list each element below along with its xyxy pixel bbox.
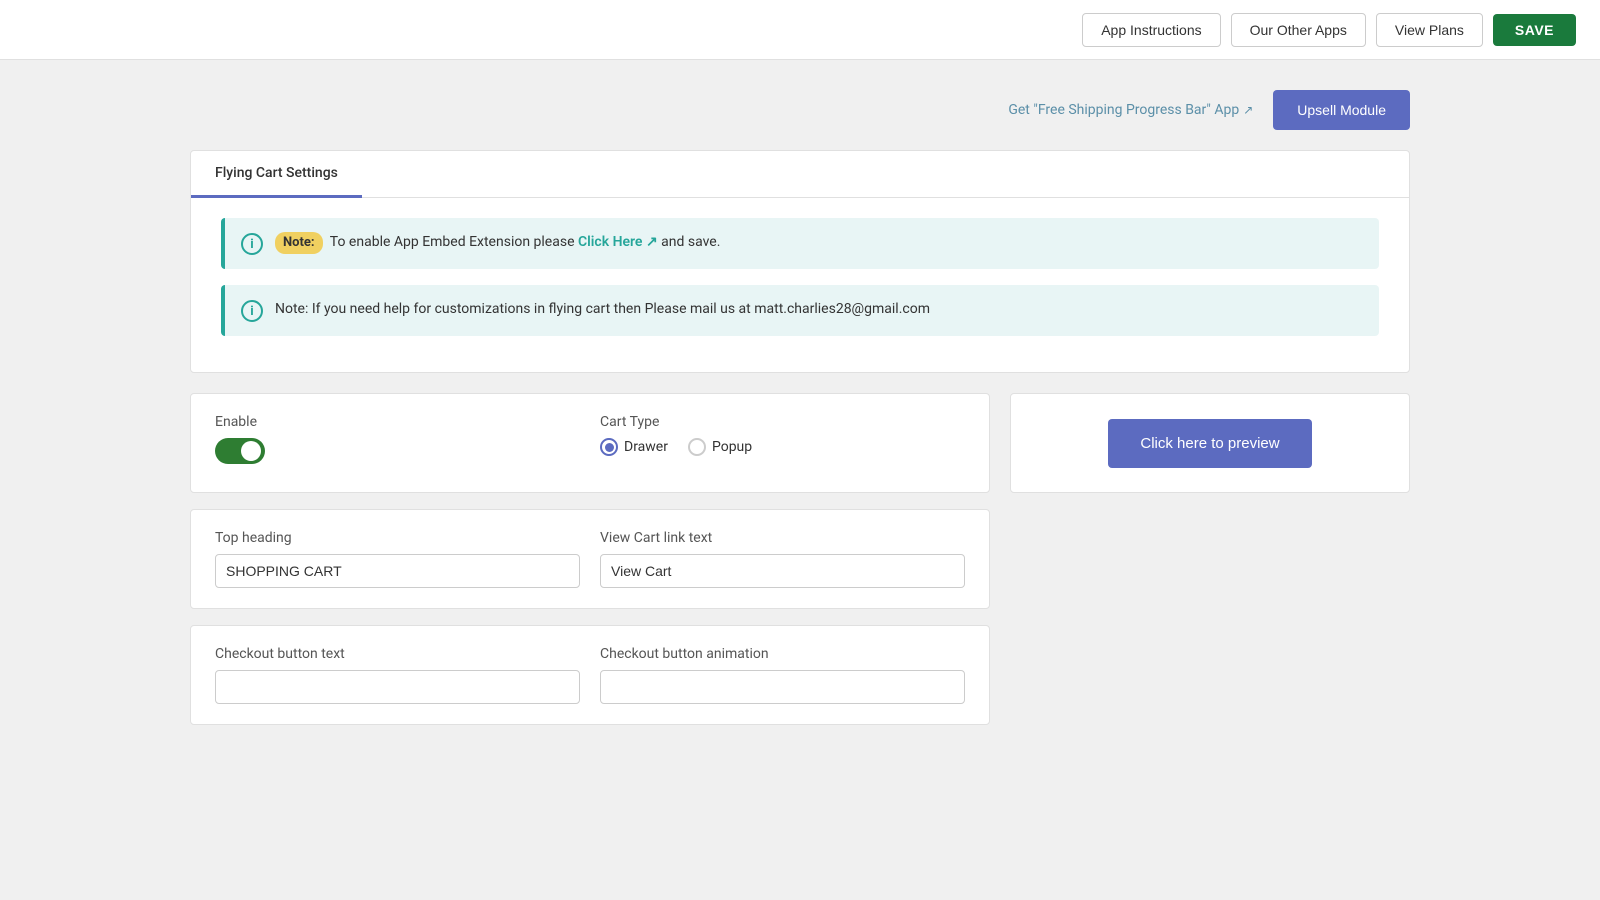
checkout-button-animation-label: Checkout button animation (600, 646, 965, 662)
drawer-radio-circle (600, 438, 618, 456)
top-heading-input[interactable] (215, 554, 580, 588)
view-cart-label: View Cart link text (600, 530, 965, 546)
popup-radio-option[interactable]: Popup (688, 438, 752, 456)
drawer-radio-label: Drawer (624, 439, 668, 455)
drawer-radio-option[interactable]: Drawer (600, 438, 668, 456)
info-icon-2: i (241, 300, 263, 322)
notice-embed-text: Note: To enable App Embed Extension plea… (275, 232, 720, 254)
popup-radio-label: Popup (712, 439, 752, 455)
notice-customization-text: Note: If you need help for customization… (275, 299, 930, 320)
notice-text-after: and save. (661, 234, 720, 250)
header: App Instructions Our Other Apps View Pla… (0, 0, 1600, 60)
top-heading-label: Top heading (215, 530, 580, 546)
enable-toggle[interactable] (215, 438, 265, 464)
view-cart-input[interactable] (600, 554, 965, 588)
checkout-button-text-section: Checkout button text (215, 646, 580, 704)
enable-label: Enable (215, 414, 580, 430)
enable-cart-row: Enable Cart Type (190, 393, 1410, 493)
tab-container: Flying Cart Settings i Note: To enable A… (190, 150, 1410, 373)
external-link-icon-2: ↗ (646, 234, 658, 250)
view-plans-button[interactable]: View Plans (1376, 13, 1483, 47)
enable-cart-card: Enable Cart Type (190, 393, 990, 493)
tab-flying-cart-settings[interactable]: Flying Cart Settings (191, 151, 362, 198)
cart-type-radio-group: Drawer Popup (600, 438, 965, 456)
notice-customization: i Note: If you need help for customizati… (221, 285, 1379, 336)
note-badge: Note: (275, 232, 323, 254)
checkout-button-animation-input[interactable] (600, 670, 965, 704)
click-here-link[interactable]: Click Here ↗ (578, 234, 661, 250)
notice-embed-extension: i Note: To enable App Embed Extension pl… (221, 218, 1379, 269)
cart-type-section: Cart Type Drawer Popup (600, 414, 965, 464)
top-heading-section: Top heading (215, 530, 580, 588)
click-here-text: Click Here (578, 234, 642, 250)
cart-type-label: Cart Type (600, 414, 965, 430)
preview-card: Click here to preview (1010, 393, 1410, 493)
checkout-button-text-input[interactable] (215, 670, 580, 704)
checkout-card: Checkout button text Checkout button ani… (190, 625, 990, 725)
free-shipping-link[interactable]: Get "Free Shipping Progress Bar" App ↗ (1008, 102, 1253, 118)
settings-content: i Note: To enable App Embed Extension pl… (191, 198, 1409, 372)
tabs: Flying Cart Settings (191, 151, 1409, 198)
save-button[interactable]: SAVE (1493, 14, 1576, 46)
main-content: Get "Free Shipping Progress Bar" App ↗ U… (150, 60, 1450, 771)
checkout-button-text-label: Checkout button text (215, 646, 580, 662)
external-link-icon: ↗ (1243, 103, 1253, 117)
popup-radio-circle (688, 438, 706, 456)
toggle-container (215, 438, 580, 464)
checkout-button-animation-section: Checkout button animation (600, 646, 965, 704)
heading-viewcart-card: Top heading View Cart link text (190, 509, 990, 609)
heading-viewcart-row: Top heading View Cart link text (190, 509, 1410, 609)
top-action-row: Get "Free Shipping Progress Bar" App ↗ U… (190, 90, 1410, 130)
our-other-apps-button[interactable]: Our Other Apps (1231, 13, 1366, 47)
toggle-slider (215, 438, 265, 464)
checkout-spacer (1010, 625, 1410, 725)
checkout-row: Checkout button text Checkout button ani… (190, 625, 1410, 725)
free-shipping-link-text: Get "Free Shipping Progress Bar" App (1008, 102, 1239, 118)
enable-section: Enable (215, 414, 580, 464)
drawer-radio-inner (605, 443, 614, 452)
notice-text-before: To enable App Embed Extension please (330, 234, 578, 250)
app-instructions-button[interactable]: App Instructions (1082, 13, 1220, 47)
upsell-module-button[interactable]: Upsell Module (1273, 90, 1410, 130)
info-icon: i (241, 233, 263, 255)
heading-viewcart-spacer (1010, 509, 1410, 609)
view-cart-section: View Cart link text (600, 530, 965, 588)
preview-button[interactable]: Click here to preview (1108, 419, 1311, 468)
